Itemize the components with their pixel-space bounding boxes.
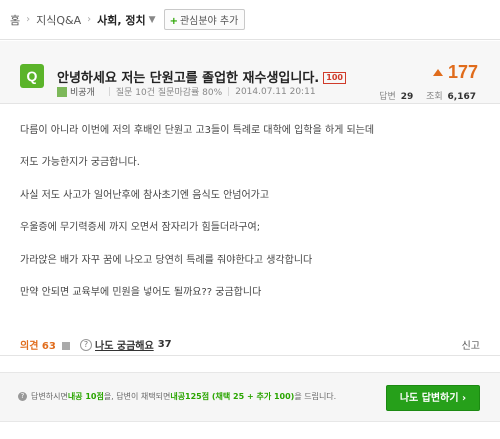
body-line: 가라앉은 배가 자꾸 꿈에 나오고 당연히 특례를 줘야한다고 생각합니다 [20, 254, 313, 266]
breadcrumb-separator-icon: › [87, 14, 92, 25]
reward-info: ? 답변하시면 내공 10점 을, 답변이 채택되면 내공125점 (채택 25 … [18, 391, 336, 402]
question-header: Q 안녕하세요 저는 단원고를 졸업한 재수생입니다. 100 비공개 | 질문 … [0, 41, 500, 104]
reward-points-answer: 내공 10점 [67, 392, 104, 401]
question-score: 177 [432, 62, 478, 83]
report-link[interactable]: 신고 [462, 337, 480, 352]
breadcrumb-separator-icon: › [26, 14, 31, 25]
asker-info: 질문 10건 질문마감률 80% [115, 88, 223, 98]
plus-icon: + [169, 16, 178, 27]
reward-points-chosen: 내공125점 (채택 25 + 추가 100) [170, 392, 295, 401]
body-line: 저도 가능한지가 궁금합니다. [20, 157, 140, 169]
question-meta: 비공개 | 질문 10건 질문마감률 80% | 2014.07.11 20:1… [57, 85, 316, 98]
question-date: 2014.07.11 20:11 [235, 86, 316, 97]
author-name: 비공개 [70, 88, 95, 98]
help-icon: ? [18, 392, 27, 401]
body-line: 만약 안되면 교육부에 민원을 넣어도 될까요?? 궁금합니다 [20, 286, 262, 298]
views-count: 6,167 [447, 92, 476, 102]
reward-text-3: 을 드립니다. [294, 392, 337, 401]
opinion-button[interactable]: 의견 63 [20, 337, 71, 352]
me-too-button[interactable]: ? 나도 궁금해요 37 [80, 337, 172, 352]
question-body: 다름이 아니라 이번에 저의 후배인 단원고 고3들이 특례로 대학에 입학을 … [20, 124, 490, 318]
add-interest-button[interactable]: + 관심분야 추가 [163, 9, 246, 30]
body-line: 다름이 아니라 이번에 저의 후배인 단원고 고3들이 특례로 대학에 입학을 … [20, 125, 375, 136]
breadcrumb-home[interactable]: 홈 [10, 12, 20, 28]
question-title: 안녕하세요 저는 단원고를 졸업한 재수생입니다. 100 [57, 67, 346, 86]
avatar-icon [57, 86, 67, 97]
question-title-text: 안녕하세요 저는 단원고를 졸업한 재수생입니다. [57, 71, 320, 86]
breadcrumb-current[interactable]: 사회, 정치 [97, 12, 146, 28]
chevron-down-icon[interactable]: ▼ [149, 15, 156, 25]
up-arrow-icon [432, 69, 443, 76]
answers-count: 29 [400, 92, 414, 102]
me-too-label: 나도 궁금해요 [95, 341, 154, 352]
views-label: 조회 [426, 92, 443, 102]
reward-text-1: 답변하시면 [31, 392, 68, 401]
breadcrumb-category[interactable]: 지식Q&A [36, 12, 81, 28]
body-line: 사실 저도 사고가 일어난후에 참사초기엔 음식도 안넘어가고 [20, 189, 270, 201]
divider: | [227, 86, 231, 97]
answers-label: 답변 [379, 92, 396, 102]
question-actions: 의견 63 ? 나도 궁금해요 37 신고 [0, 331, 500, 356]
score-value: 177 [447, 62, 478, 82]
answer-footer: ? 답변하시면 내공 10점 을, 답변이 채택되면 내공125점 (채택 25 … [0, 372, 500, 422]
question-q-icon: Q [20, 64, 44, 88]
add-interest-label: 관심분야 추가 [179, 16, 239, 27]
bounty-badge: 100 [323, 72, 346, 84]
reward-text-2: 을, 답변이 채택되면 [103, 392, 171, 401]
expand-icon [62, 342, 71, 350]
opinion-label: 의견 [20, 341, 39, 352]
write-answer-button[interactable]: 나도 답변하기 › [386, 385, 480, 411]
divider: | [107, 86, 111, 97]
breadcrumb: 홈 › 지식Q&A › 사회, 정치 ▼ + 관심분야 추가 [0, 0, 500, 40]
opinion-count: 63 [41, 341, 56, 352]
me-too-count: 37 [157, 339, 172, 350]
body-line: 우울증에 무기력증세 까지 오면서 잠자리가 힘들더라구여; [20, 222, 261, 234]
question-mark-icon: ? [80, 338, 92, 351]
question-stats: 답변 29 조회 6,167 [379, 89, 476, 102]
